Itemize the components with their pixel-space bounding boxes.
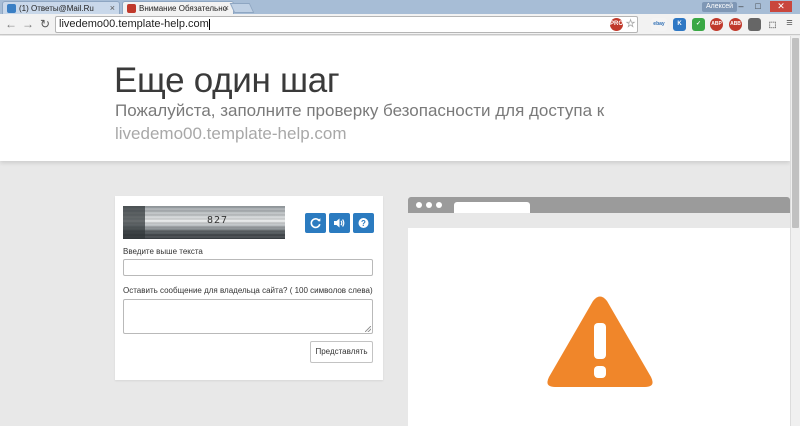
warning-triangle-icon (547, 296, 653, 387)
page-favicon-icon (127, 4, 136, 13)
refresh-captcha-button[interactable] (305, 213, 326, 233)
captcha-input-label: Введите выше текста (123, 247, 203, 256)
window-dot-icon (426, 202, 432, 208)
illustration-body (408, 228, 790, 426)
address-text: livedemo00.template-help.com (59, 18, 209, 30)
tab-active-page[interactable]: Внимание Обязательно × (122, 1, 234, 14)
mail-ru-favicon-icon (7, 4, 16, 13)
bookmark-star-icon[interactable]: ☆ (624, 18, 637, 31)
ebay-extension-icon[interactable]: ebay (651, 18, 667, 31)
captcha-code-text: 827 (207, 215, 229, 226)
captcha-image: 827 (123, 206, 285, 239)
back-arrow-icon[interactable]: ← (4, 17, 18, 31)
k-extension-icon[interactable]: K (673, 18, 686, 31)
submit-button[interactable]: Представлять (310, 341, 373, 363)
help-captcha-button[interactable]: ? (353, 213, 374, 233)
page-header: Еще один шаг Пожалуйста, заполните прове… (0, 36, 790, 161)
address-bar[interactable]: livedemo00.template-help.com (55, 16, 638, 33)
browser-illustration (408, 197, 790, 426)
close-tab-icon[interactable]: × (110, 3, 115, 13)
lock-extension-icon[interactable] (748, 18, 761, 31)
speaker-icon (334, 218, 345, 228)
page-title: Еще один шаг (114, 61, 340, 100)
shield-check-icon[interactable]: ✓ (692, 18, 705, 31)
close-tab-icon[interactable]: × (224, 3, 229, 13)
adblock-icon[interactable]: ABP (710, 18, 723, 31)
pro-extension-icon[interactable]: PRO (610, 18, 623, 31)
audio-captcha-button[interactable] (329, 213, 350, 233)
page-viewport: Еще один шаг Пожалуйста, заполните прове… (0, 36, 790, 426)
captcha-shadow (123, 206, 145, 239)
captcha-card: 827 ? Введите выше текста Оставить сообщ… (115, 196, 383, 380)
illustration-tab (454, 202, 530, 213)
captcha-noise (123, 206, 285, 239)
close-window-icon[interactable]: ✕ (770, 1, 792, 12)
tab-mail-ru[interactable]: (1) Ответы@Mail.Ru × (2, 1, 120, 14)
svg-text:?: ? (361, 219, 366, 228)
scrollbar-thumb[interactable] (792, 38, 799, 228)
captcha-text-input[interactable] (123, 259, 373, 276)
new-tab-button[interactable] (229, 3, 255, 13)
page-scrollbar[interactable] (790, 36, 800, 426)
browser-title-bar: (1) Ответы@Mail.Ru × Внимание Обязательн… (0, 0, 800, 14)
tab-title: (1) Ответы@Mail.Ru (19, 4, 94, 13)
resize-handle-icon[interactable] (365, 326, 371, 332)
tab-title: Внимание Обязательно (139, 4, 228, 13)
illustration-window-bar (408, 197, 790, 213)
forward-arrow-icon[interactable]: → (21, 17, 35, 31)
adblock-plus-icon[interactable]: ABB (729, 18, 742, 31)
page-subtitle: Пожалуйста, заполните проверку безопасно… (115, 101, 605, 120)
text-cursor (208, 18, 210, 30)
message-label: Оставить сообщение для владельца сайта? … (123, 286, 373, 295)
puzzle-extension-icon[interactable]: ⬚ (766, 18, 779, 31)
page-domain: livedemo00.template-help.com (115, 124, 347, 143)
question-icon: ? (358, 218, 369, 228)
browser-toolbar: ← → ↻ livedemo00.template-help.com PRO ☆… (0, 14, 800, 35)
refresh-icon (310, 218, 321, 229)
profile-badge[interactable]: Алексей (702, 2, 738, 12)
menu-icon[interactable]: ≡ (783, 18, 796, 31)
minimize-icon[interactable]: – (734, 1, 748, 12)
window-dot-icon (416, 202, 422, 208)
maximize-icon[interactable]: □ (751, 1, 765, 12)
window-dot-icon (436, 202, 442, 208)
reload-icon[interactable]: ↻ (38, 17, 52, 31)
message-textarea[interactable] (123, 299, 373, 334)
